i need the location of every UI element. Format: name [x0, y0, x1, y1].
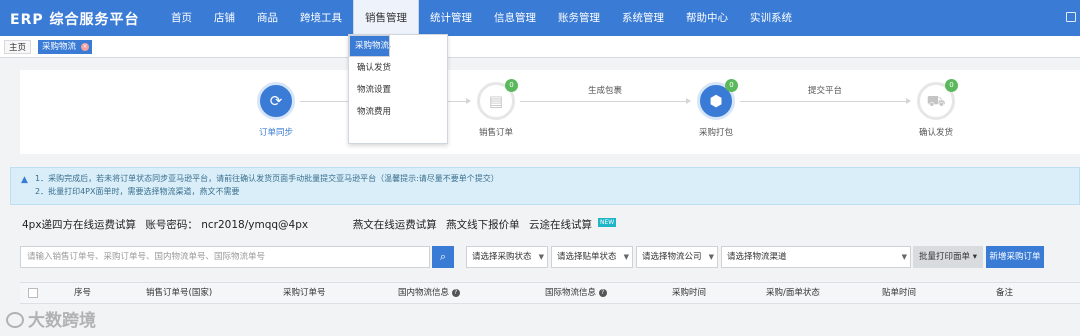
- help-icon[interactable]: ?: [451, 288, 460, 297]
- notice-box: ▲ 1．采购完成后，若未将订单状态同步亚马逊平台，请前往确认发货页面手动批量提交…: [10, 167, 1080, 205]
- logistics-company-select[interactable]: 请选择物流公司 ▼: [636, 246, 718, 268]
- count-badge: 0: [725, 79, 738, 92]
- arrow-connector: [740, 98, 911, 104]
- search-icon: ⌕: [439, 250, 447, 263]
- step-label: 销售订单: [478, 128, 513, 138]
- menu-item-purchase-logistics[interactable]: 采购物流: [349, 35, 391, 57]
- arrow-connector: [520, 98, 691, 104]
- nav-item-store[interactable]: 店铺: [203, 0, 246, 36]
- sync-icon: ⟳: [269, 92, 283, 110]
- app-logo[interactable]: ERP 综合服务平台: [10, 9, 139, 29]
- step-circle: ⬢ 0: [697, 79, 738, 120]
- orders-table-header: 序号 销售订单号(国家) 采购订单号 国内物流信息 ? 国际物流信息 ? 采购时…: [20, 282, 1080, 304]
- nav-item-help-center[interactable]: 帮助中心: [675, 0, 739, 36]
- tab-purchase-logistics[interactable]: 采购物流 ×: [38, 40, 93, 54]
- tab-home[interactable]: 主页: [4, 40, 32, 54]
- step-sales-orders[interactable]: ▤ 0 销售订单: [456, 79, 536, 138]
- menu-item-logistics-settings[interactable]: 物流设置: [349, 79, 447, 101]
- column-header-purchase-order[interactable]: 采购订单号: [283, 283, 326, 303]
- purchase-status-value: 请选择采购状态: [472, 252, 532, 262]
- count-badge: 0: [505, 79, 518, 92]
- menu-item-logistics-fees[interactable]: 物流费用: [349, 101, 447, 123]
- nav-item-sales-management[interactable]: 销售管理: [353, 0, 419, 36]
- column-header-label-time[interactable]: 贴单时间: [882, 283, 916, 303]
- search-input[interactable]: 请输入销售订单号、采购订单号、国内物流单号、国际物流单号: [20, 246, 430, 268]
- workflow-steps: ⟳ 订单同步 ▤ 0 销售订单 生成包裹 ⬢ 0 采购打包 提交平台 ⛟ 0 确…: [20, 70, 1080, 154]
- watermark-text: 大数跨境: [28, 311, 96, 331]
- step-purchase-packing[interactable]: ⬢ 0 采购打包: [676, 79, 756, 138]
- step-label: 订单同步: [258, 128, 293, 138]
- step-circle: ▤ 0: [477, 79, 518, 120]
- column-header-international-logistics[interactable]: 国际物流信息 ?: [545, 283, 607, 303]
- column-header-international-logistics-label: 国际物流信息: [545, 288, 597, 298]
- step-circle: ⛟ 0: [917, 79, 958, 120]
- tab-purchase-logistics-label: 采购物流: [42, 42, 77, 52]
- filter-bar: 请输入销售订单号、采购订单号、国内物流单号、国际物流单号 ⌕ 请选择采购状态 ▼ …: [20, 246, 1080, 270]
- step-confirm-shipment[interactable]: ⛟ 0 确认发货: [896, 79, 976, 138]
- logistics-channel-select[interactable]: 请选择物流渠道 ▼: [721, 246, 911, 268]
- watermark-logo-icon: [6, 312, 24, 328]
- column-header-remarks[interactable]: 备注: [996, 283, 1013, 303]
- sales-dropdown-menu: 销售订单 采购物流 确认发货 物流设置 物流费用: [348, 34, 448, 144]
- caret-down-icon: ▼: [538, 253, 544, 261]
- link-yanwen-offline-quote[interactable]: 燕文线下报价单: [446, 219, 520, 231]
- add-purchase-order-button[interactable]: 新增采购订单: [986, 246, 1044, 268]
- column-header-sales-order[interactable]: 销售订单号(国家): [146, 283, 212, 303]
- nav-item-products[interactable]: 商品: [246, 0, 289, 36]
- nav-item-accounts[interactable]: 账务管理: [547, 0, 611, 36]
- nav-item-crossborder-tools[interactable]: 跨境工具: [289, 0, 353, 36]
- top-nav-bar: ERP 综合服务平台 首页 店铺 商品 跨境工具 销售管理 统计管理 信息管理 …: [0, 0, 1080, 36]
- caret-down-icon: ▼: [708, 253, 714, 261]
- column-header-domestic-logistics-label: 国内物流信息: [398, 288, 450, 298]
- logistics-channel-value: 请选择物流渠道: [727, 252, 787, 262]
- arrow-label-generate-package: 生成包裹: [588, 86, 623, 96]
- caret-down-icon: ▼: [623, 253, 629, 261]
- link-yanwen-freight-calc[interactable]: 燕文在线运费试算: [353, 219, 437, 231]
- batch-print-label: 批量打印面单: [919, 252, 971, 262]
- nav-item-statistics[interactable]: 统计管理: [419, 0, 483, 36]
- step-order-sync[interactable]: ⟳ 订单同步: [236, 82, 316, 138]
- nav-item-information[interactable]: 信息管理: [483, 0, 547, 36]
- link-4px-freight-calc[interactable]: 4px递四方在线运费试算: [22, 219, 136, 231]
- arrow-label-submit-platform: 提交平台: [808, 86, 843, 96]
- close-icon[interactable]: ×: [81, 43, 90, 51]
- nav-item-system[interactable]: 系统管理: [611, 0, 675, 36]
- window-icon[interactable]: [1066, 12, 1076, 22]
- step-label: 确认发货: [918, 128, 953, 138]
- column-header-purchase-label-status[interactable]: 采购/面单状态: [766, 283, 820, 303]
- column-header-index[interactable]: 序号: [74, 283, 91, 303]
- step-label: 采购打包: [698, 128, 733, 138]
- help-icon[interactable]: ?: [598, 288, 607, 297]
- nav-item-training-system[interactable]: 实训系统: [739, 0, 803, 36]
- page-tabs: 主页 采购物流 ×: [0, 36, 1080, 58]
- notice-line: 1．采购完成后，若未将订单状态同步亚马逊平台，请前往确认发货页面手动批量提交亚马…: [35, 174, 499, 183]
- new-badge: NEW: [597, 218, 617, 227]
- tool-links: 4px递四方在线运费试算 账号密码： ncr2018/ymqq@4px 燕文在线…: [22, 217, 622, 232]
- column-header-purchase-time[interactable]: 采购时间: [672, 283, 706, 303]
- caret-down-icon: ▾: [972, 252, 977, 262]
- search-button[interactable]: ⌕: [432, 246, 454, 268]
- caret-down-icon: ▼: [901, 253, 907, 261]
- watermark: 大数跨境: [6, 306, 96, 331]
- link-yuntu-calc[interactable]: 云途在线试算: [529, 219, 592, 231]
- select-all-checkbox[interactable]: [28, 288, 38, 298]
- purchase-status-select[interactable]: 请选择采购状态 ▼: [466, 246, 548, 268]
- menu-item-confirm-shipment[interactable]: 确认发货: [349, 57, 447, 79]
- account-password-text: 账号密码： ncr2018/ymqq@4px: [145, 219, 309, 231]
- nav-item-home[interactable]: 首页: [160, 0, 203, 36]
- batch-print-labels-button[interactable]: 批量打印面单 ▾: [913, 246, 983, 268]
- column-header-domestic-logistics[interactable]: 国内物流信息 ?: [398, 283, 460, 303]
- info-icon: ▲: [21, 175, 28, 185]
- notice-line: 2．批量打印4PX面单时，需要选择物流渠道，燕文不需要: [35, 187, 240, 196]
- count-badge: 0: [945, 79, 958, 92]
- main-nav: 首页 店铺 商品 跨境工具 销售管理 统计管理 信息管理 账务管理 系统管理 帮…: [160, 0, 803, 36]
- logistics-company-value: 请选择物流公司: [642, 252, 702, 262]
- step-circle: ⟳: [257, 82, 295, 120]
- label-status-value: 请选择贴单状态: [557, 252, 617, 262]
- label-status-select[interactable]: 请选择贴单状态 ▼: [551, 246, 633, 268]
